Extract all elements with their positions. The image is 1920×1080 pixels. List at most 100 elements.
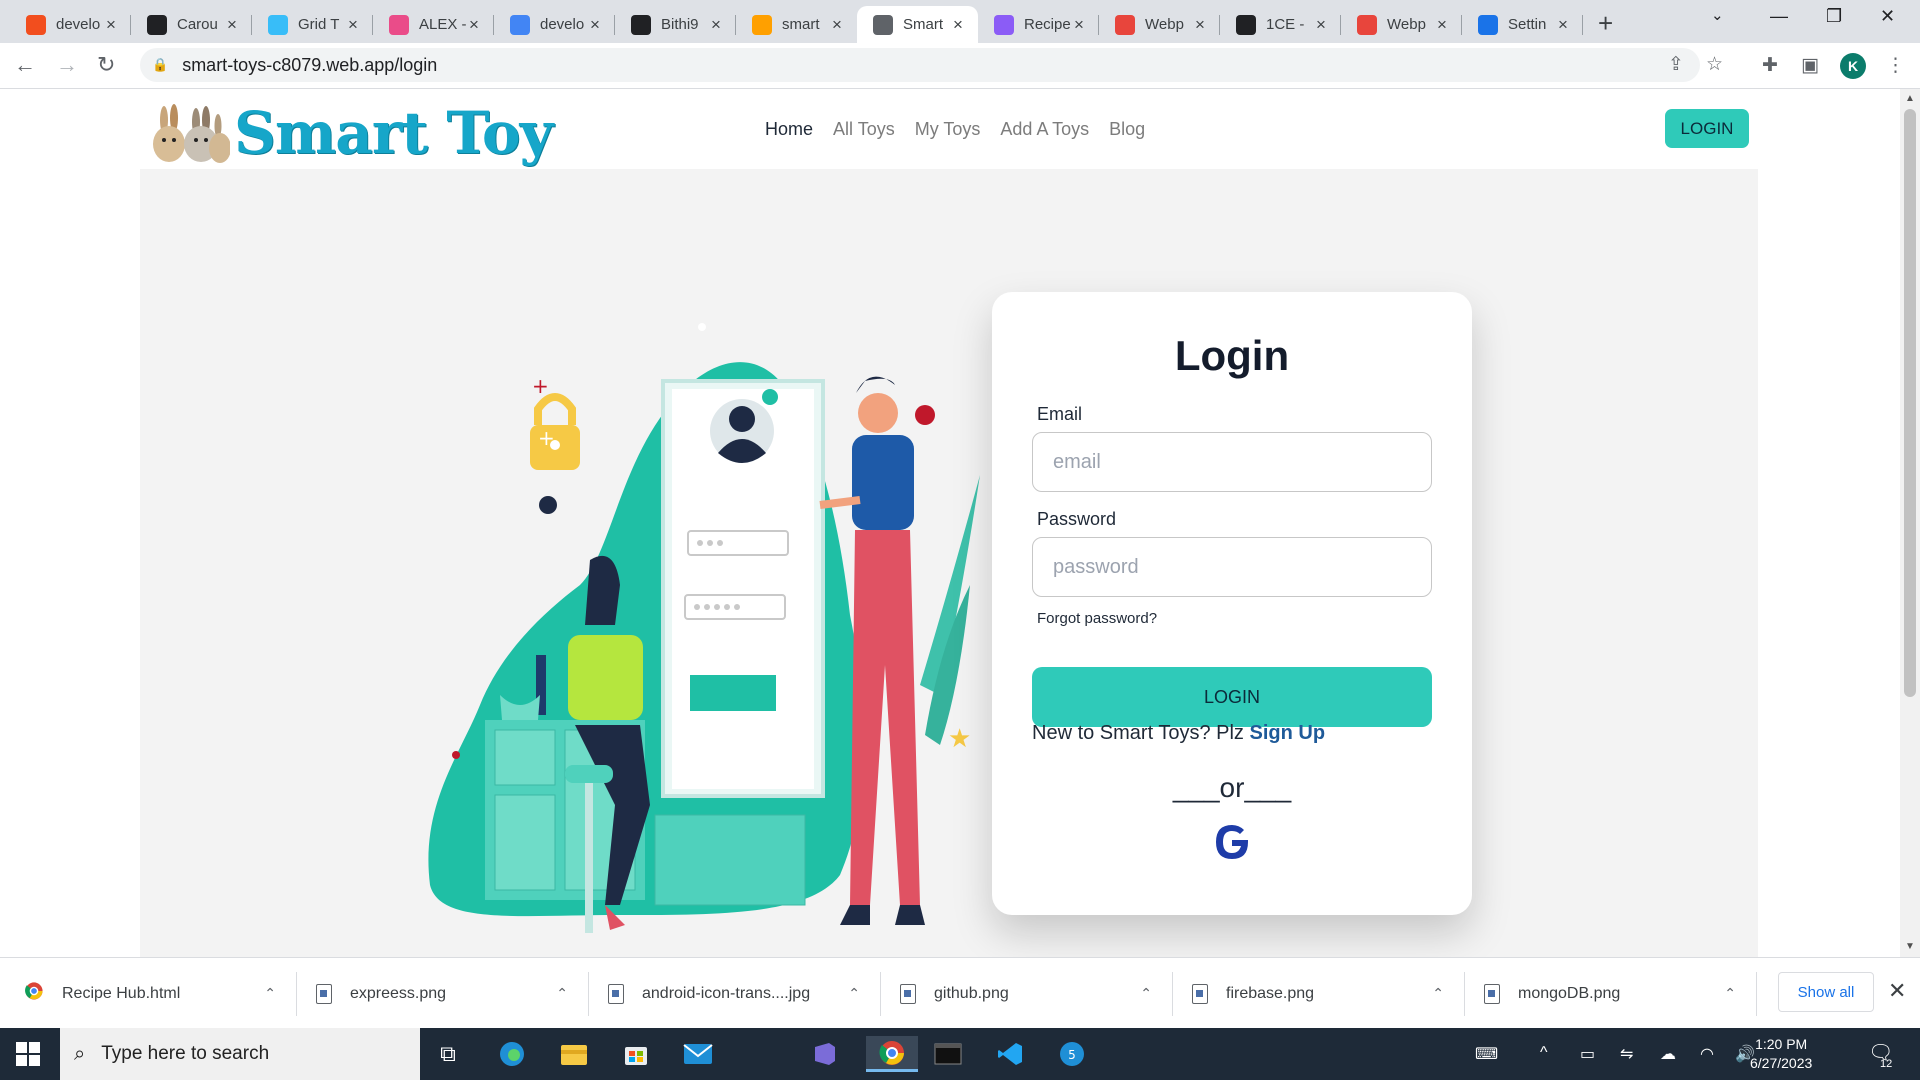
- tab-close-icon[interactable]: ×: [587, 15, 603, 35]
- vscode-icon[interactable]: [990, 1036, 1030, 1072]
- bookmark-star-icon[interactable]: ☆: [1706, 53, 1723, 76]
- browser-tab[interactable]: Settin ×: [1462, 6, 1583, 43]
- browser-tab[interactable]: Webp ×: [1341, 6, 1462, 43]
- login-title: Login: [1174, 332, 1290, 379]
- login-submit-button[interactable]: LOGIN: [1032, 667, 1432, 727]
- tab-close-icon[interactable]: ×: [829, 15, 845, 35]
- browser-tab[interactable]: develo ×: [10, 6, 131, 43]
- profile-avatar[interactable]: K: [1840, 53, 1866, 79]
- browser-tab[interactable]: Recipe ×: [978, 6, 1099, 43]
- file-explorer-icon[interactable]: [554, 1036, 594, 1072]
- forgot-password-link[interactable]: Forgot password?: [1037, 610, 1157, 627]
- download-item[interactable]: Recipe Hub.html ⌃: [24, 958, 276, 1029]
- chevron-up-icon[interactable]: ⌃: [556, 985, 568, 1002]
- browser-tab[interactable]: Carou ×: [131, 6, 252, 43]
- tab-close-icon[interactable]: ×: [224, 15, 240, 35]
- download-item[interactable]: github.png ⌃: [900, 958, 1152, 1029]
- taskbar-search-box[interactable]: ⌕ Type here to search: [60, 1028, 420, 1080]
- share-icon[interactable]: ⇪: [1668, 53, 1684, 76]
- download-item[interactable]: expreess.png ⌃: [316, 958, 568, 1029]
- chevron-up-icon[interactable]: ⌃: [1724, 985, 1736, 1002]
- tab-close-icon[interactable]: ×: [103, 15, 119, 35]
- nav-link[interactable]: Home: [765, 119, 813, 140]
- url-text[interactable]: smart-toys-c8079.web.app/login: [182, 55, 437, 76]
- microsoft-store-icon[interactable]: [616, 1036, 656, 1072]
- browser-tab[interactable]: Bithi9 ×: [615, 6, 736, 43]
- new-tab-button[interactable]: +: [1598, 8, 1613, 39]
- minimize-button[interactable]: —: [1770, 6, 1788, 27]
- site-logo[interactable]: Smart Toy: [150, 99, 553, 167]
- onedrive-cloud-icon[interactable]: ☁: [1660, 1044, 1676, 1064]
- keyboard-icon[interactable]: ⌨: [1475, 1044, 1498, 1064]
- clock-time: 1:20 PM: [1755, 1036, 1808, 1052]
- tab-close-icon[interactable]: ×: [345, 15, 361, 35]
- browser-tab[interactable]: Smart ×: [857, 6, 978, 43]
- tailwind-icon: [268, 14, 288, 35]
- signup-link[interactable]: Sign Up: [1250, 722, 1326, 744]
- nav-link[interactable]: Blog: [1109, 119, 1145, 140]
- tab-close-icon[interactable]: ×: [1434, 15, 1450, 35]
- terminal-icon[interactable]: [928, 1036, 968, 1072]
- download-item[interactable]: android-icon-trans....jpg ⌃: [608, 958, 860, 1029]
- download-item[interactable]: firebase.png ⌃: [1192, 958, 1444, 1029]
- tab-close-icon[interactable]: ×: [1555, 15, 1571, 35]
- tab-close-icon[interactable]: ×: [950, 15, 966, 35]
- tab-close-icon[interactable]: ×: [1313, 15, 1329, 35]
- browser-tab[interactable]: Webp ×: [1099, 6, 1220, 43]
- search-icon: ⌕: [74, 1042, 86, 1065]
- chevron-up-icon[interactable]: ⌃: [1140, 985, 1152, 1002]
- download-item[interactable]: mongoDB.png ⌃: [1484, 958, 1736, 1029]
- nav-login-button[interactable]: LOGIN: [1665, 109, 1749, 148]
- nav-link[interactable]: My Toys: [915, 119, 981, 140]
- address-bar[interactable]: 🔒 smart-toys-c8079.web.app/login ⇪ ☆: [140, 48, 1723, 82]
- bunnies-logo-icon: [150, 102, 231, 164]
- browser-tab[interactable]: develo ×: [494, 6, 615, 43]
- mail-icon[interactable]: [678, 1036, 718, 1072]
- download-separator: [1464, 972, 1465, 1016]
- page-scrollbar[interactable]: ▲ ▼: [1900, 89, 1920, 957]
- chrome-taskbar-icon[interactable]: [866, 1036, 918, 1072]
- visual-studio-icon[interactable]: [804, 1036, 844, 1072]
- menu-kebab-icon[interactable]: ⋮: [1886, 54, 1905, 77]
- browser-tab[interactable]: 1CE - ×: [1220, 6, 1341, 43]
- scroll-up-arrow-icon[interactable]: ▲: [1905, 93, 1915, 104]
- show-all-downloads-button[interactable]: Show all: [1778, 972, 1874, 1012]
- google-signin-button[interactable]: [1210, 820, 1254, 864]
- tab-close-icon[interactable]: ×: [466, 15, 482, 35]
- meet-now-icon[interactable]: ▭: [1580, 1044, 1595, 1064]
- email-input[interactable]: [1032, 432, 1432, 492]
- nav-link[interactable]: All Toys: [833, 119, 895, 140]
- chevron-up-icon[interactable]: ⌃: [264, 985, 276, 1002]
- side-panel-icon[interactable]: ▣: [1801, 54, 1819, 77]
- browser-tab[interactable]: ALEX - ×: [373, 6, 494, 43]
- tab-close-icon[interactable]: ×: [1192, 15, 1208, 35]
- nav-link[interactable]: Add A Toys: [1000, 119, 1089, 140]
- close-shelf-icon[interactable]: ✕: [1888, 978, 1906, 1004]
- show-hidden-icons-chevron[interactable]: ^: [1540, 1044, 1548, 1062]
- tab-search-chevron-icon[interactable]: ⌄: [1711, 6, 1724, 24]
- browser-tab[interactable]: smart ×: [736, 6, 857, 43]
- forward-icon[interactable]: →: [56, 52, 78, 78]
- lock-icon[interactable]: 🔒: [152, 57, 168, 73]
- scrollbar-thumb[interactable]: [1904, 109, 1916, 697]
- windows-start-icon[interactable]: [16, 1042, 40, 1066]
- scroll-down-arrow-icon[interactable]: ▼: [1905, 941, 1915, 952]
- restore-button[interactable]: ❐: [1826, 6, 1842, 27]
- chevron-up-icon[interactable]: ⌃: [848, 985, 860, 1002]
- reload-icon[interactable]: ↻: [97, 52, 115, 78]
- edge-icon[interactable]: [492, 1036, 532, 1072]
- display-icon[interactable]: ⇋: [1620, 1044, 1633, 1064]
- app-badge-icon[interactable]: 5: [1052, 1036, 1092, 1072]
- chevron-up-icon[interactable]: ⌃: [1432, 985, 1444, 1002]
- close-window-button[interactable]: ✕: [1880, 6, 1895, 27]
- task-view-icon[interactable]: ⧉: [428, 1036, 468, 1072]
- tab-close-icon[interactable]: ×: [1071, 15, 1087, 35]
- extensions-icon[interactable]: ✚: [1762, 54, 1778, 77]
- download-filename: android-icon-trans....jpg: [642, 984, 811, 1002]
- wifi-icon[interactable]: ◠: [1700, 1044, 1714, 1064]
- tab-close-icon[interactable]: ×: [708, 15, 724, 35]
- back-icon[interactable]: ←: [14, 52, 36, 78]
- system-clock[interactable]: 1:20 PM 6/27/2023: [1750, 1035, 1812, 1073]
- password-input[interactable]: [1032, 537, 1432, 597]
- browser-tab[interactable]: Grid T ×: [252, 6, 373, 43]
